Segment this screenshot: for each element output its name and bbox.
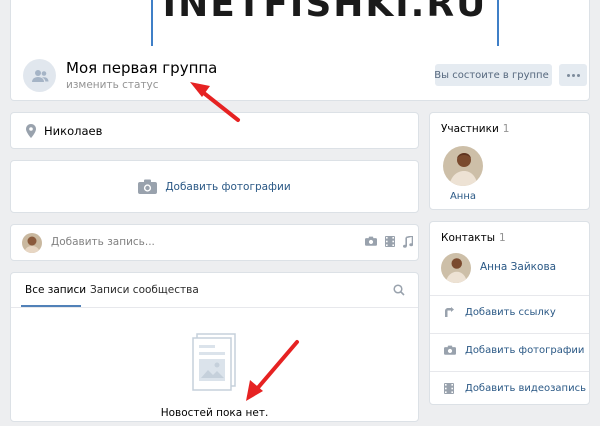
arrow-to-group-name: [190, 82, 240, 122]
arrow-to-empty-feed: [246, 340, 299, 401]
annotation-arrows: [190, 82, 299, 401]
